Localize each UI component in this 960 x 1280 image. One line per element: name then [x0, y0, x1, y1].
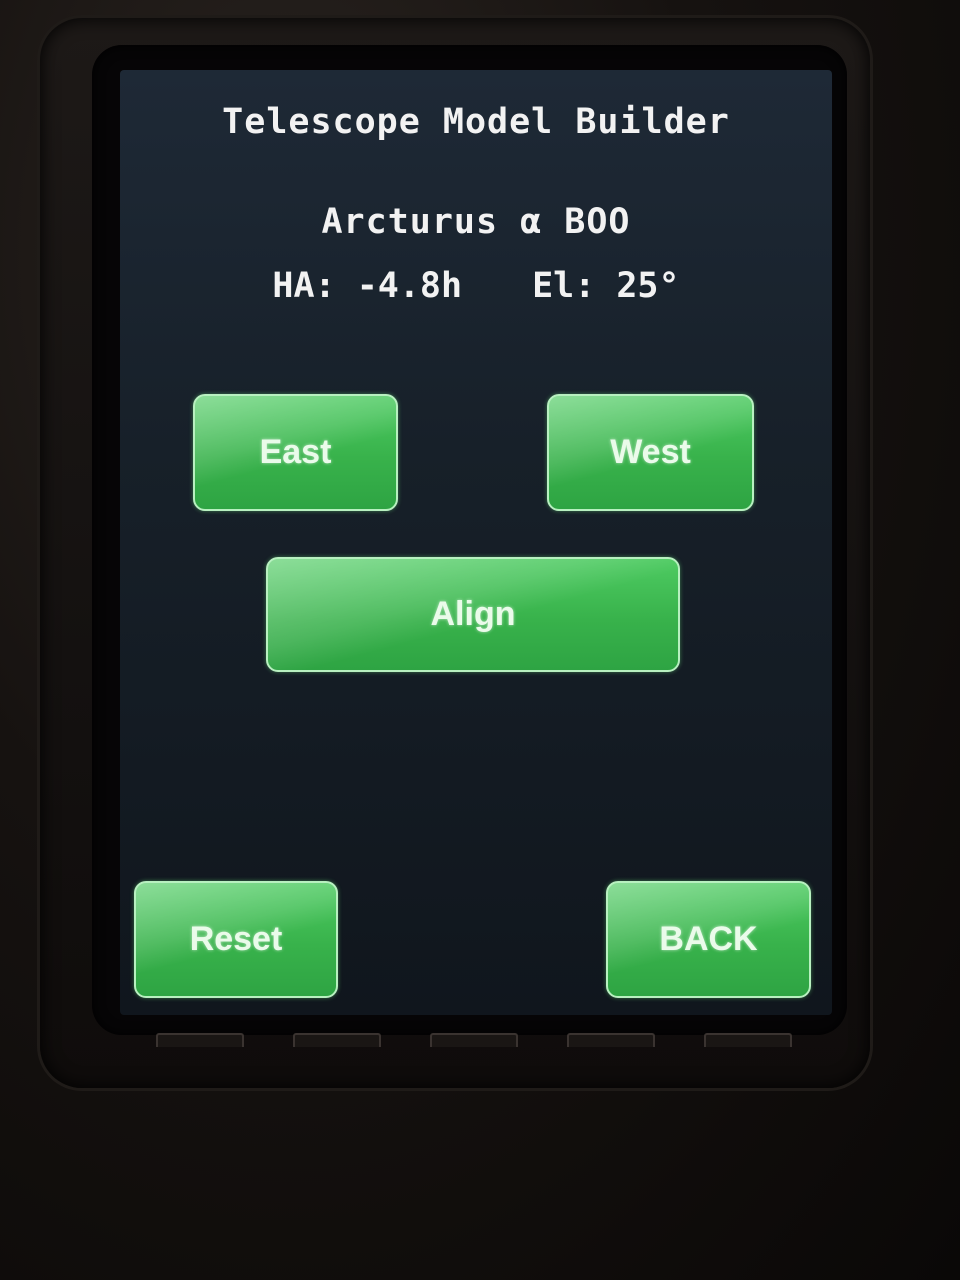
lcd-screen: Telescope Model Builder Arcturus α BOO H…: [120, 70, 832, 1015]
hour-angle-readout: HA: -4.8h: [272, 266, 463, 306]
elevation-readout: El: 25°: [532, 266, 680, 306]
reset-button[interactable]: Reset: [134, 881, 338, 998]
page-title: Telescope Model Builder: [222, 102, 730, 142]
east-button[interactable]: East: [193, 394, 398, 511]
hardware-key-1[interactable]: [156, 1033, 244, 1047]
west-button[interactable]: West: [547, 394, 754, 511]
target-star-name: Arcturus α BOO: [321, 202, 631, 242]
hardware-key-4[interactable]: [567, 1033, 655, 1047]
align-button[interactable]: Align: [266, 557, 680, 672]
hardware-key-2[interactable]: [293, 1033, 381, 1047]
hardware-key-5[interactable]: [704, 1033, 792, 1047]
back-button[interactable]: BACK: [606, 881, 811, 998]
handheld-controller: Telescope Model Builder Arcturus α BOO H…: [0, 0, 960, 1280]
target-coordinates: HA: -4.8h El: 25°: [120, 266, 832, 306]
hardware-key-3[interactable]: [430, 1033, 518, 1047]
